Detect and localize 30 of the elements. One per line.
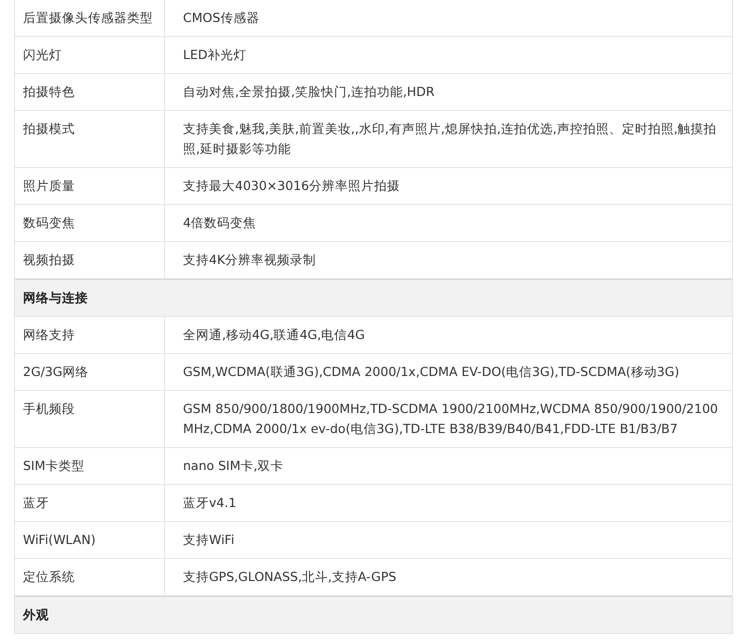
spec-label: 后置摄像头传感器类型	[15, 0, 165, 36]
spec-value: 支持WiFi	[182, 531, 236, 549]
spec-value: CMOS传感器	[182, 9, 260, 27]
spec-value: 支持GPS,GLONASS,北斗,支持A-GPS	[182, 568, 398, 586]
spec-value: 支持4K分辨率视频录制	[182, 251, 318, 269]
spec-value: nano SIM卡,双卡	[182, 457, 285, 475]
spec-value: GSM 850/900/1800/1900MHz,TD-SCDMA 1900/2100MHz,WCDMA 850/900/1900/2100MHz,CDMA 2000/1x ev-do(电信3G),TD-LTE B38/B39/B40/B41,FDD-LTE B1/B3/B7	[182, 400, 719, 438]
section-title: 网络与连接	[23, 290, 88, 305]
spec-label: 照片质量	[15, 168, 165, 204]
spec-label: 拍摄特色	[15, 74, 165, 110]
spec-value: 支持最大4030×3016分辨率照片拍摄	[182, 177, 402, 195]
spec-value: 自动对焦,全景拍摄,笑脸快门,连拍功能,HDR	[182, 83, 436, 101]
spec-label: 闪光灯	[15, 37, 165, 73]
spec-value: 蓝牙v4.1	[182, 494, 238, 512]
section-title: 外观	[23, 607, 49, 622]
spec-label: 数码变焦	[15, 205, 165, 241]
spec-label: 视频拍摄	[15, 242, 165, 278]
spec-label: 蓝牙	[15, 485, 165, 521]
spec-value: 全网通,移动4G,联通4G,电信4G	[182, 326, 366, 344]
spec-label: WiFi(WLAN)	[15, 522, 165, 558]
spec-label: 手机频段	[15, 391, 165, 447]
spec-label: SIM卡类型	[15, 448, 165, 484]
spec-value: 支持美食,魅我,美肤,前置美妆,,水印,有声照片,熄屏快拍,连拍优选,声控拍照、定时拍照,触摸拍照,延时摄影等功能	[182, 120, 718, 158]
spec-value: 4倍数码变焦	[182, 214, 257, 232]
spec-value: GSM,WCDMA(联通3G),CDMA 2000/1x,CDMA EV-DO(电信3G),TD-SCDMA(移动3G)	[182, 363, 680, 381]
spec-label: 定位系统	[15, 559, 165, 595]
spec-value: LED补光灯	[182, 46, 248, 64]
spec-label: 拍摄模式	[15, 111, 165, 167]
spec-label: 2G/3G网络	[15, 354, 165, 390]
spec-label: 网络支持	[15, 317, 165, 353]
